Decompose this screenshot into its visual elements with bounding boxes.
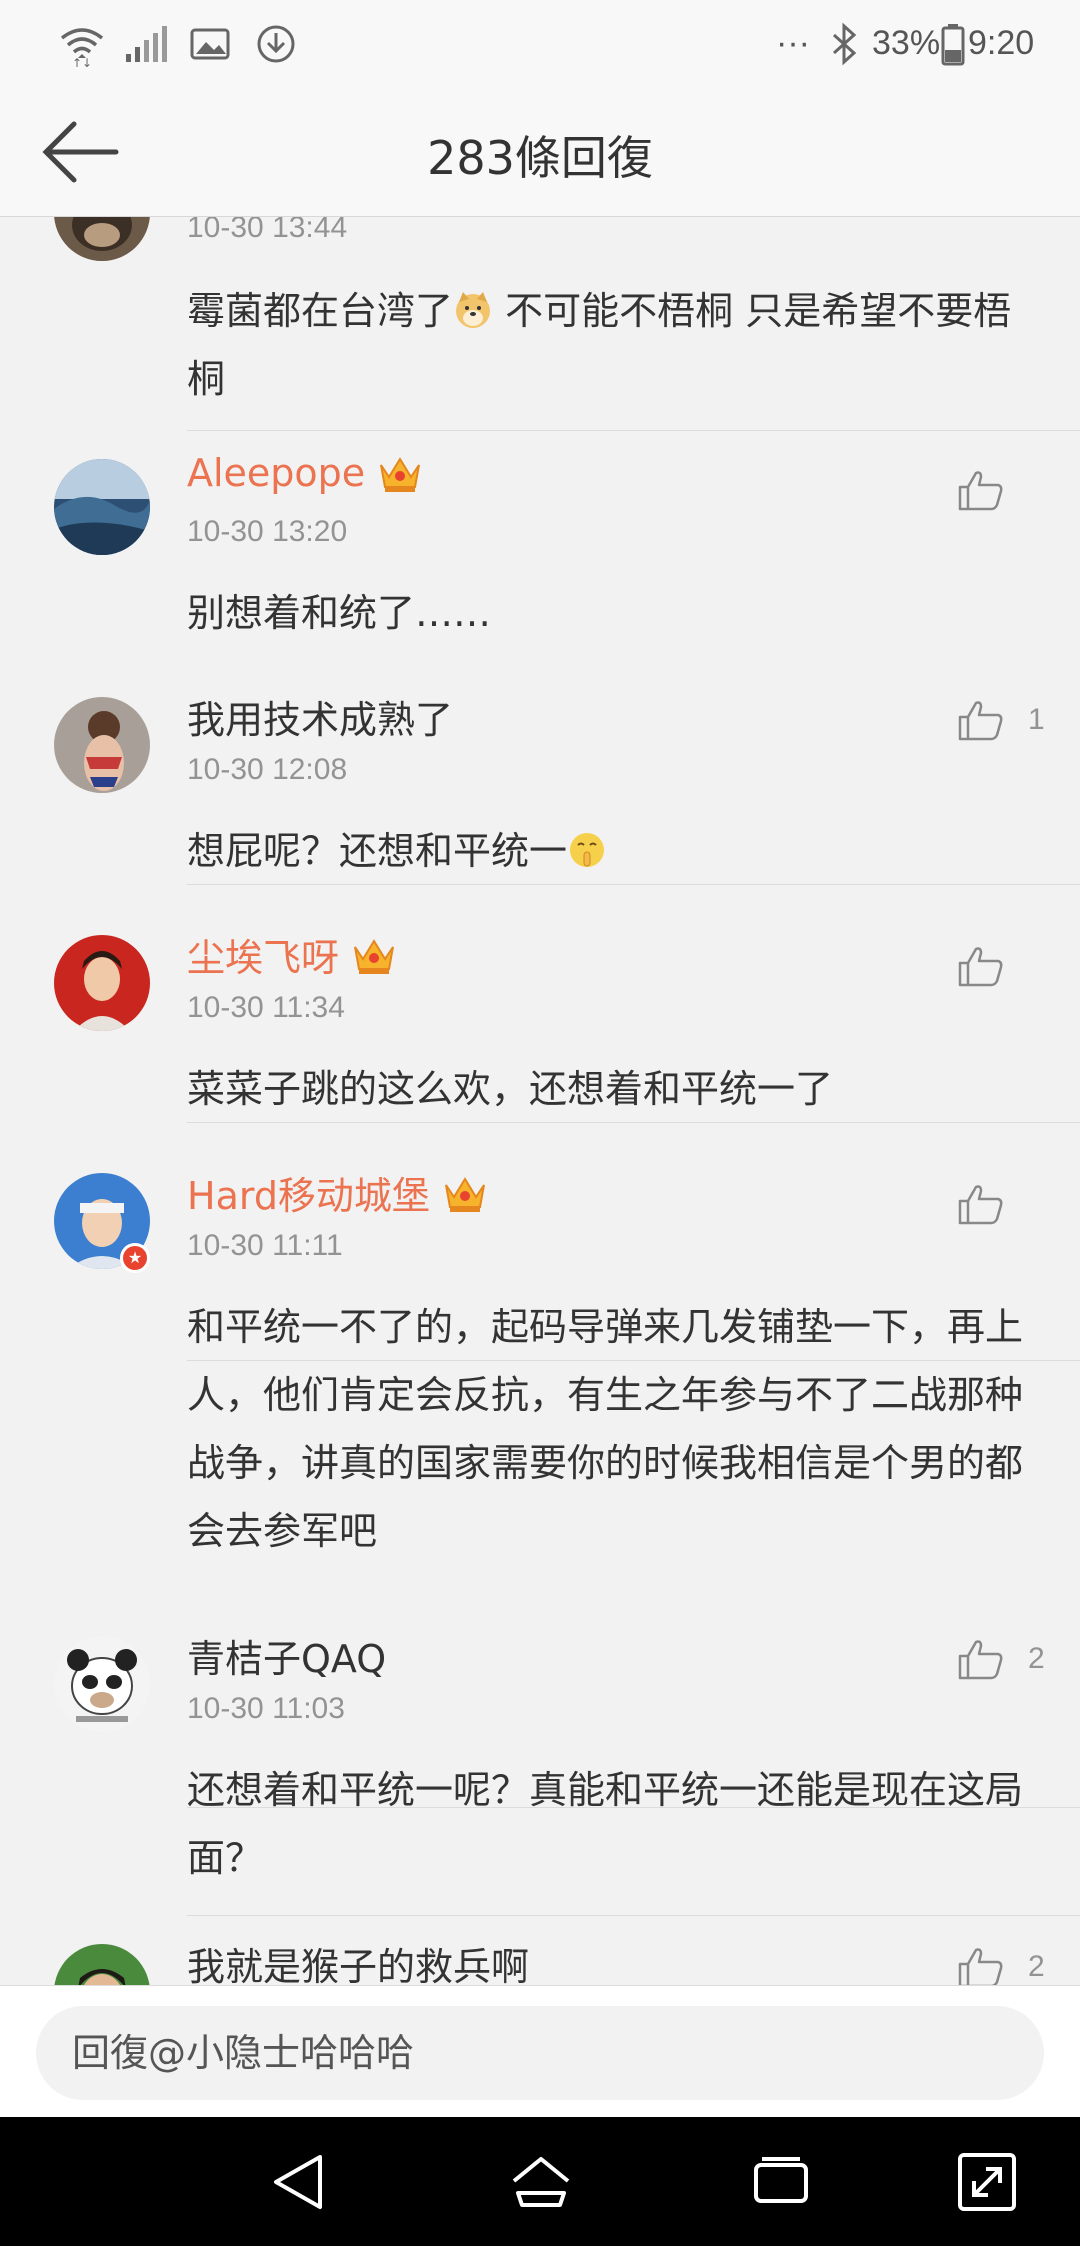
comment-timestamp: 10-30 12:08: [187, 753, 348, 786]
top-app-bar: 283條回復: [0, 88, 1080, 217]
like-button[interactable]: [956, 1181, 1046, 1227]
avatar[interactable]: [54, 697, 150, 793]
nav-expand-button[interactable]: [952, 2147, 1022, 2217]
avatar[interactable]: [54, 217, 150, 261]
comment-text: 想屁呢？还想和平统一: [187, 817, 1037, 885]
username[interactable]: 青桔子QAQ: [187, 1628, 386, 1683]
shush-emoji-icon: [567, 823, 607, 867]
overflow-dots: ···: [776, 24, 810, 62]
comment-divider: [187, 1915, 1080, 1916]
username[interactable]: Aleepope: [187, 451, 423, 495]
like-count: 2: [1028, 1642, 1045, 1675]
thumbs-up-icon: [958, 947, 1003, 987]
like-button[interactable]: 1: [956, 697, 1046, 743]
thumbs-up-icon: [958, 701, 1003, 741]
avatar[interactable]: [54, 1944, 150, 1985]
avatar[interactable]: [54, 935, 150, 1031]
comment-text: 还想着和平统一呢？真能和平统一还能是现在这局面？: [187, 1768, 1024, 1880]
battery-icon: [938, 20, 968, 68]
like-button[interactable]: 2: [956, 1944, 1046, 1985]
nav-home-icon: [512, 2157, 570, 2207]
like-button[interactable]: 2: [956, 1636, 1046, 1682]
reply-bar: [0, 1985, 1080, 2118]
comment-timestamp: 10-30 11:34: [187, 991, 345, 1024]
download-icon: [252, 20, 300, 68]
nav-recents-button[interactable]: [746, 2147, 816, 2217]
comment-text: 霉菌都在台湾了 不可能不梧桐 只是希望不要梧桐: [187, 277, 1037, 413]
page-title: 283條回復: [427, 131, 653, 185]
username[interactable]: Hard移动城堡: [187, 1165, 488, 1220]
system-nav-bar: [0, 2117, 1080, 2246]
reply-input[interactable]: [36, 2006, 1044, 2100]
username[interactable]: 我用技术成熟了: [187, 689, 453, 744]
vip-crown-icon: [377, 451, 423, 495]
comment-timestamp: 10-30 13:44: [187, 217, 348, 244]
nav-back-button[interactable]: [264, 2147, 334, 2217]
comment-list[interactable]: 10-30 13:44 霉菌都在台湾了 不可能不梧桐 只是希望不要梧桐 Alee…: [0, 217, 1080, 1985]
thumbs-up-icon: [958, 1640, 1003, 1680]
like-count: 2: [1028, 1950, 1045, 1983]
verified-badge-icon: ★: [120, 1243, 150, 1273]
signal-icon: [122, 20, 170, 68]
doge-emoji-icon: [453, 283, 493, 328]
comment-timestamp: 10-30 13:20: [187, 515, 348, 548]
comment-timestamp: 10-30 11:11: [187, 1229, 343, 1262]
nav-back-icon: [274, 2155, 322, 2209]
like-count: 1: [1028, 703, 1045, 736]
comment-timestamp: 10-30 11:03: [187, 1692, 345, 1725]
image-icon: [186, 20, 234, 68]
like-button[interactable]: [956, 467, 1046, 513]
comment-divider: [187, 430, 1080, 431]
avatar[interactable]: [54, 1636, 150, 1732]
comment-text: 别想着和统了……: [187, 591, 492, 635]
clock-time: 9:20: [968, 24, 1035, 62]
username[interactable]: 我就是猴子的救兵啊: [187, 1936, 529, 1985]
wifi-icon: ↑↓: [58, 20, 106, 70]
thumbs-up-icon: [958, 471, 1003, 511]
vip-crown-icon: [442, 1171, 488, 1215]
vip-crown-icon: [351, 933, 397, 977]
username[interactable]: 尘埃飞呀: [187, 927, 397, 982]
battery-percent: 33%: [872, 24, 941, 62]
bluetooth-icon: [820, 20, 868, 68]
nav-recents-icon: [754, 2157, 808, 2203]
nav-home-button[interactable]: [506, 2147, 576, 2217]
svg-text:↑↓: ↑↓: [72, 56, 92, 68]
thumbs-up-icon: [958, 1948, 1003, 1985]
like-button[interactable]: [956, 943, 1046, 989]
comment-text: 菜菜子跳的这么欢，还想着和平统一了: [187, 1067, 834, 1111]
comment-text: 和平统一不了的，起码导弹来几发铺垫一下，再上人，他们肯定会反抗，有生之年参与不了…: [187, 1305, 1024, 1553]
status-bar: ↑↓ ··· 33% 9:20: [0, 0, 1080, 88]
nav-expand-icon: [958, 2153, 1016, 2211]
thumbs-up-icon: [958, 1185, 1003, 1225]
avatar[interactable]: [54, 459, 150, 555]
